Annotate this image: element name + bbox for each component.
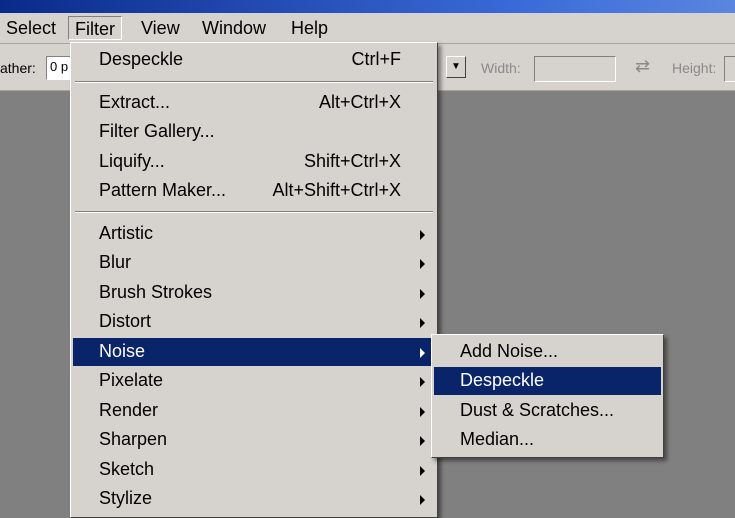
feather-label: ather: xyxy=(0,60,36,76)
menu-item-label: Sketch xyxy=(99,459,155,479)
menu-view[interactable]: View xyxy=(135,16,186,40)
menu-item-label: Despeckle xyxy=(460,370,545,390)
menu-item-distort[interactable]: Distort xyxy=(73,308,435,336)
menu-item-pattern-maker[interactable]: Pattern Maker... Alt+Shift+Ctrl+X xyxy=(73,177,435,205)
menu-item-label: Add Noise... xyxy=(460,341,559,361)
menu-item-label: Brush Strokes xyxy=(99,282,213,302)
menu-bar: Select Filter View Window Help xyxy=(0,13,735,44)
menu-item-label: Liquify... xyxy=(99,151,165,171)
submenu-arrow-icon xyxy=(420,259,425,269)
menu-item-label: Extract... xyxy=(99,92,171,112)
menu-select[interactable]: Select xyxy=(0,16,62,40)
menu-item-sharpen[interactable]: Sharpen xyxy=(73,426,435,454)
menu-item-artistic[interactable]: Artistic xyxy=(73,220,435,248)
menu-item-stylize[interactable]: Stylize xyxy=(73,485,435,513)
submenu-arrow-icon xyxy=(420,466,425,476)
menu-item-brush-strokes[interactable]: Brush Strokes xyxy=(73,279,435,307)
menu-item-filter-gallery[interactable]: Filter Gallery... xyxy=(73,118,435,146)
submenu-arrow-icon xyxy=(420,436,425,446)
menu-item-shortcut: Shift+Ctrl+X xyxy=(303,151,401,171)
menu-item-sketch[interactable]: Sketch xyxy=(73,456,435,484)
menu-window[interactable]: Window xyxy=(196,16,272,40)
menu-separator xyxy=(75,211,433,213)
submenu-arrow-icon xyxy=(420,407,425,417)
submenu-item-dust-scratches[interactable]: Dust & Scratches... xyxy=(434,397,661,425)
height-label: Height: xyxy=(672,60,717,76)
menu-item-label: Pixelate xyxy=(99,370,164,390)
submenu-arrow-icon xyxy=(420,318,425,328)
swap-icon[interactable]: ⇄ xyxy=(635,56,650,77)
menu-item-shortcut: Alt+Ctrl+X xyxy=(318,92,401,112)
menu-item-label: Blur xyxy=(99,252,132,272)
submenu-arrow-icon xyxy=(420,495,425,505)
menu-item-label: Noise xyxy=(99,341,146,361)
menu-item-label: Despeckle xyxy=(99,49,184,69)
width-label: Width: xyxy=(481,60,521,76)
width-field[interactable] xyxy=(534,56,616,82)
menu-item-label: Stylize xyxy=(99,488,153,508)
menu-item-noise[interactable]: Noise xyxy=(73,338,435,366)
menu-help[interactable]: Help xyxy=(285,16,334,40)
menu-separator xyxy=(75,81,433,83)
chevron-down-icon: ▼ xyxy=(451,61,461,72)
menu-filter[interactable]: Filter xyxy=(68,16,122,40)
menu-item-last-filter[interactable]: Despeckle Ctrl+F xyxy=(73,46,435,74)
menu-item-render[interactable]: Render xyxy=(73,397,435,425)
filter-menu: Despeckle Ctrl+F Extract... Alt+Ctrl+X F… xyxy=(70,42,438,518)
height-field[interactable] xyxy=(724,56,735,82)
menu-item-shortcut: Ctrl+F xyxy=(351,49,402,69)
menu-item-label: Pattern Maker... xyxy=(99,180,227,200)
submenu-arrow-icon xyxy=(420,377,425,387)
menu-item-pixelate[interactable]: Pixelate xyxy=(73,367,435,395)
menu-item-label: Distort xyxy=(99,311,152,331)
submenu-arrow-icon xyxy=(420,289,425,299)
submenu-arrow-icon xyxy=(420,348,425,358)
title-bar xyxy=(0,0,735,13)
menu-item-label: Dust & Scratches... xyxy=(460,400,615,420)
menu-item-label: Median... xyxy=(460,429,535,449)
menu-item-label: Filter Gallery... xyxy=(99,121,215,141)
menu-item-blur[interactable]: Blur xyxy=(73,249,435,277)
submenu-item-median[interactable]: Median... xyxy=(434,426,661,454)
menu-item-label: Artistic xyxy=(99,223,153,243)
menu-item-label: Sharpen xyxy=(99,429,168,449)
menu-item-extract[interactable]: Extract... Alt+Ctrl+X xyxy=(73,89,435,117)
menu-item-label: Render xyxy=(99,400,159,420)
submenu-arrow-icon xyxy=(420,230,425,240)
submenu-item-despeckle[interactable]: Despeckle xyxy=(434,367,661,395)
noise-submenu: Add Noise... Despeckle Dust & Scratches.… xyxy=(431,334,664,458)
menu-item-shortcut: Alt+Shift+Ctrl+X xyxy=(272,180,401,200)
style-dropdown[interactable]: ▼ xyxy=(446,56,466,78)
menu-item-liquify[interactable]: Liquify... Shift+Ctrl+X xyxy=(73,148,435,176)
submenu-item-add-noise[interactable]: Add Noise... xyxy=(434,338,661,366)
